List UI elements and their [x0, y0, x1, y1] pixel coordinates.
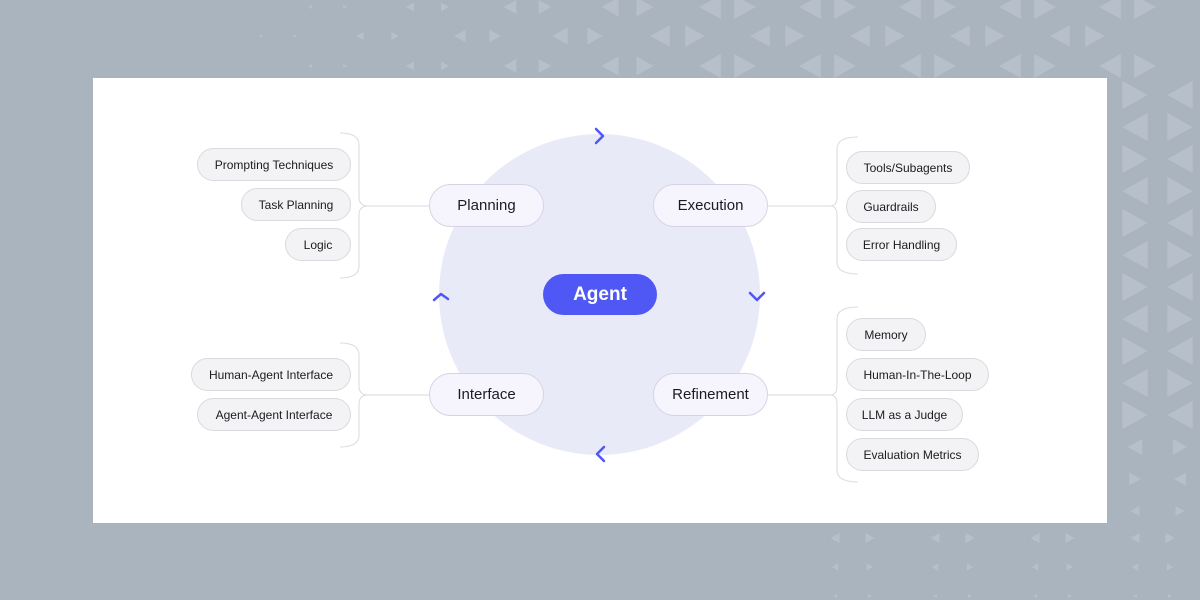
- stage-node-execution: Execution: [653, 184, 768, 227]
- agent-mind-map: Agent Planning Prompting Techniques Task…: [0, 0, 1200, 600]
- agent-node: Agent: [543, 274, 657, 315]
- refinement-item: Memory: [846, 318, 926, 351]
- interface-connector: [339, 342, 430, 448]
- planning-item: Prompting Techniques: [197, 148, 351, 181]
- refinement-connector: [768, 306, 859, 483]
- stage-node-refinement: Refinement: [653, 373, 768, 416]
- refinement-item: LLM as a Judge: [846, 398, 963, 431]
- execution-item: Guardrails: [846, 190, 936, 223]
- stage-node-planning: Planning: [429, 184, 544, 227]
- stage-node-interface: Interface: [429, 373, 544, 416]
- interface-item: Agent-Agent Interface: [197, 398, 351, 431]
- planning-item: Task Planning: [241, 188, 351, 221]
- execution-item: Error Handling: [846, 228, 957, 261]
- planning-item: Logic: [285, 228, 351, 261]
- execution-connector: [768, 136, 859, 275]
- execution-item: Tools/Subagents: [846, 151, 970, 184]
- refinement-item: Evaluation Metrics: [846, 438, 979, 471]
- planning-connector: [339, 132, 430, 279]
- interface-item: Human-Agent Interface: [191, 358, 351, 391]
- refinement-item: Human-In-The-Loop: [846, 358, 989, 391]
